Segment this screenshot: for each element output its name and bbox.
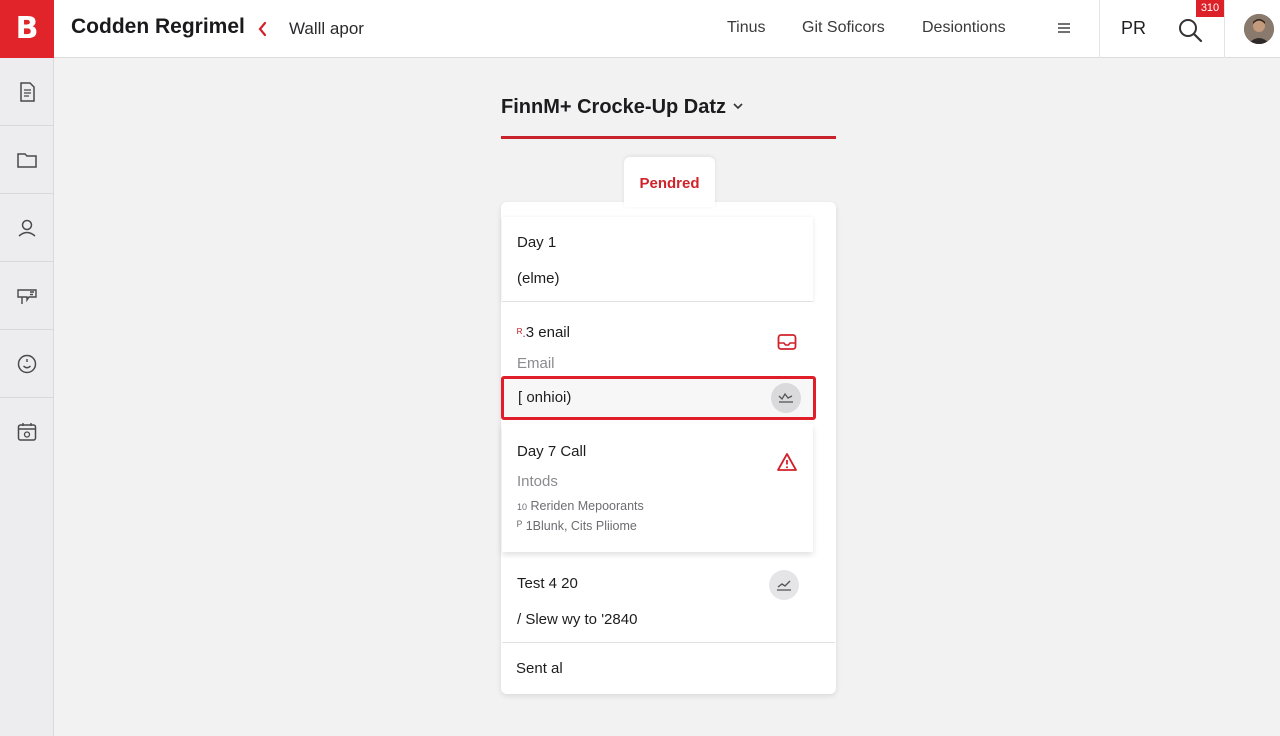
profile-initials-button[interactable]: PR — [1121, 18, 1146, 39]
sidebar-item-documents[interactable] — [0, 58, 54, 126]
step-subtitle: Intods — [517, 473, 558, 490]
warning-icon[interactable] — [776, 451, 798, 473]
mail-icon[interactable] — [776, 331, 798, 353]
detail-prefix: 10 — [517, 502, 528, 512]
divider — [1224, 0, 1225, 58]
sidebar — [0, 58, 54, 736]
page-title-dropdown[interactable]: FinnM+ Crocke-Up Datz — [501, 96, 836, 139]
step-subtitle: / Slew wy to '2840 — [517, 611, 638, 628]
step-title: Day 7 Call — [517, 443, 587, 460]
hamburger-menu-icon[interactable] — [1056, 20, 1072, 36]
list-item[interactable]: Day 7 Call Intods 10 Reriden Mepoorants … — [502, 424, 813, 552]
flag-icon — [17, 288, 37, 304]
chevron-left-icon[interactable] — [257, 20, 269, 38]
step-subtitle: (elme) — [517, 270, 560, 287]
logo-letter: B — [15, 11, 39, 46]
signature-icon[interactable] — [771, 383, 801, 413]
step-detail: 10 Reriden Mepoorants — [517, 499, 644, 513]
footer-label: Sent al — [516, 660, 563, 677]
step-subtitle: Email — [517, 355, 555, 372]
tab-label: Pendred — [639, 175, 700, 192]
detail-prefix: ᴾ — [517, 519, 523, 533]
tab-pendred[interactable]: Pendred — [624, 157, 715, 207]
avatar[interactable] — [1244, 14, 1274, 44]
step-title: Test 4 20 — [517, 575, 578, 592]
chevron-down-icon — [733, 103, 743, 110]
nav-link-desiontions[interactable]: Desiontions — [922, 19, 1006, 37]
list-item[interactable]: Test 4 20 / Slew wy to '2840 — [502, 558, 813, 642]
user-icon — [18, 219, 36, 237]
divider — [1099, 0, 1100, 58]
step-title-text: 3 enail — [525, 324, 570, 341]
calendar-icon — [17, 423, 37, 441]
page-title: FinnM+ Crocke-Up Datz — [501, 96, 727, 118]
chart-icon[interactable] — [769, 570, 799, 600]
nav-link-git-soficors[interactable]: Git Soficors — [802, 19, 885, 37]
detail-text: Reriden Mepoorants — [530, 499, 644, 513]
breadcrumb[interactable]: Walll apor — [289, 19, 364, 39]
sidebar-item-feedback[interactable] — [0, 330, 54, 398]
notification-badge[interactable]: 310 — [1196, 0, 1224, 17]
sidebar-item-flags[interactable] — [0, 262, 54, 330]
list-item[interactable]: Day 1 (elme) — [502, 217, 813, 302]
nav-link-tinus[interactable]: Tinus — [727, 19, 766, 37]
document-icon — [20, 81, 35, 102]
step-prefix: ᴿ. — [517, 326, 526, 340]
search-icon[interactable] — [1176, 16, 1204, 44]
top-bar: B Codden Regrimel Walll apor Tinus Git S… — [0, 0, 1280, 58]
footer-row[interactable]: Sent al — [502, 642, 835, 693]
step-detail: ᴾ 1Blunk, Cits Pliiome — [517, 519, 637, 533]
detail-text: 1Blunk, Cits Pliiome — [525, 519, 637, 533]
smiley-icon — [17, 354, 37, 373]
app-title: Codden Regrimel — [71, 15, 245, 38]
step-title: Day 1 — [517, 234, 557, 251]
app-logo[interactable]: B — [0, 0, 54, 58]
highlighted-row-label: [ onhioi) — [518, 389, 572, 406]
highlighted-row[interactable]: [ onhioi) — [501, 376, 816, 420]
sidebar-item-users[interactable] — [0, 194, 54, 262]
sidebar-item-folders[interactable] — [0, 126, 54, 194]
folder-icon — [17, 152, 37, 168]
sidebar-item-calendar[interactable] — [0, 398, 54, 466]
step-title: ᴿ.3 enail — [517, 324, 570, 341]
